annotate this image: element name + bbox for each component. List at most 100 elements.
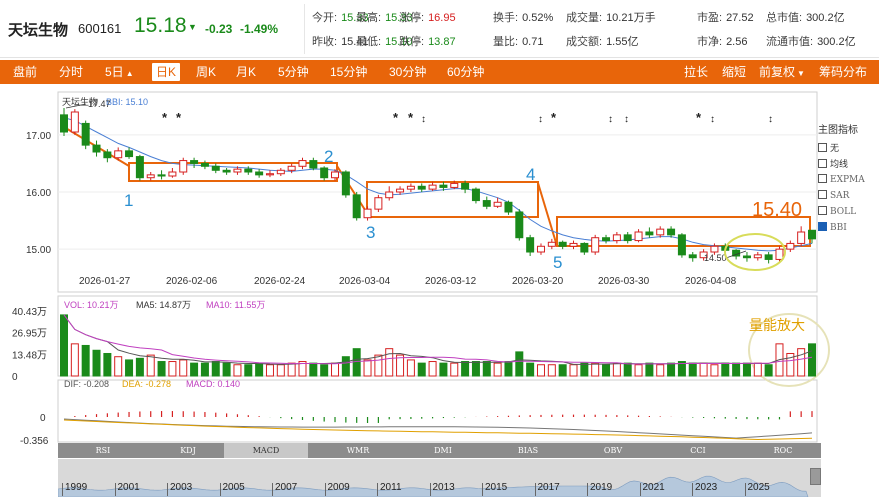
main-indicator-option[interactable]: BOLL [818,204,878,220]
main-indicator-option[interactable]: 无 [818,140,878,156]
year-tick [272,483,273,496]
volume-bar [320,364,329,377]
indicator-tab[interactable]: KDJ [158,443,218,458]
volume-bar [135,357,144,377]
checkbox[interactable] [818,222,827,231]
quote-value: 2.56 [726,36,748,48]
tab-period[interactable]: 周K [196,60,216,84]
candle-body [190,160,199,164]
main-indicator-option[interactable]: SAR [818,188,878,204]
tab-period[interactable]: 30分钟 [389,60,426,84]
candle-body [656,228,665,236]
quote-field: 量比: 0.71 [493,33,543,49]
volume-bar [233,364,242,377]
indicator-tab[interactable]: ROC [753,443,813,458]
volume-bar [60,314,68,377]
annotation-label: 3 [366,223,375,242]
checkbox[interactable] [818,190,827,199]
event-marker-icon: ↕ [421,114,426,125]
tab-period[interactable]: 月K [236,60,256,84]
year-navigator[interactable]: 1999 2001 2003 2005 2007 2009 2011 2013 2015 2017… [58,459,821,497]
candle-body [200,162,209,167]
volume-bar [363,359,372,377]
volume-bar [92,349,101,377]
quote-field: 换手: 0.52% [493,9,553,25]
indicator-tab[interactable]: OBV [583,443,643,458]
candle-body [135,156,144,179]
tab-period[interactable]: 分时 [59,60,83,84]
candle-body [265,173,274,176]
year-tick [167,483,168,496]
indicator-tab[interactable]: CCI [668,443,728,458]
chart-tool-button[interactable]: 缩短 [722,60,746,84]
volume-tick-label: 0 [12,372,18,383]
candle-body [374,197,383,210]
tab-period[interactable]: 15分钟 [330,60,367,84]
chart-area[interactable]: 17.00 16.00 15.00 天坛生物 BBI: 15.10 * * * * ↕ ↕ * ↕ ↕ * ↕… [0,86,879,500]
volume-bar [157,361,166,377]
indicator-tab[interactable]: WMR [328,443,388,458]
candle-body [667,228,676,236]
candle-body [558,241,567,247]
checkbox[interactable] [818,159,827,168]
volume-bar [753,362,762,377]
volume-bar [168,361,177,377]
main-indicator-panel: 主图指标 无均线 EXPMA SAR BOLL BBI [818,121,878,236]
volume-bar [580,362,589,377]
kline-chart-svg[interactable]: 17.0016.0015.00天坛生物 BBI: 15.10* * * * ↕ ↕ * ↕ ↕ * ↕… [0,86,879,500]
tab-period[interactable]: 5分钟 [278,60,309,84]
option-label: 均线 [830,159,849,169]
chart-tool-button[interactable]: 前复权 ▼ [759,60,805,84]
indicator-tab[interactable]: RSI [73,443,133,458]
quote-label: 今开: [312,12,338,24]
candle-body [60,114,68,133]
quote-label: 昨收: [312,36,338,48]
event-marker-icon: * [408,110,414,125]
chart-tool-button[interactable]: 筹码分布 [819,60,867,84]
year-tick [744,483,746,496]
candle-body [244,168,253,173]
candle-body [125,150,134,158]
volume-bar [450,362,459,377]
year-label: 2003 [170,482,193,493]
main-indicator-option[interactable]: 均线 [818,156,878,172]
volume-bar [179,359,188,377]
main-indicator-option[interactable]: BBI [818,220,878,236]
quote-field: 涨停: 16.95 [399,9,456,25]
volume-bar [558,364,567,377]
tab-period[interactable]: 日K [152,63,181,81]
checkbox[interactable] [818,174,827,183]
date-tick-label: 2026-03-30 [598,276,650,287]
volume-bar [276,364,285,377]
indicator-tab[interactable]: DMI [413,443,473,458]
range-handle[interactable] [810,468,821,485]
volume-bar [656,364,665,377]
main-indicator-option[interactable]: EXPMA [818,172,878,188]
volume-bar [114,356,123,377]
event-marker-icon: * [176,110,182,125]
year-label: 2009 [327,482,350,493]
date-tick-label: 2026-01-27 [79,276,131,287]
year-tick [482,483,483,496]
chart-tool-button[interactable]: 拉长 [684,60,708,84]
checkbox[interactable] [818,143,827,152]
tab-period[interactable]: 盘前 [13,60,37,84]
tab-period[interactable]: 5日 ▲ [105,60,134,84]
tab-period[interactable]: 60分钟 [447,60,484,84]
quote-label: 量比: [493,36,519,48]
checkbox[interactable] [818,206,827,215]
quote-value: 300.2亿 [806,12,845,24]
candle-body [515,211,524,239]
indicator-tab[interactable]: MACD [224,443,308,458]
indicator-tab[interactable]: BIAS [498,443,558,458]
quote-label: 换手: [493,12,519,24]
volume-ma10-line [63,314,813,365]
year-tick [219,483,221,496]
volume-bar [515,351,524,377]
year-tick [429,483,431,496]
volume-bar [406,359,415,377]
tool-label: 筹码分布 [819,65,868,79]
candle-body [157,174,166,177]
volume-bar [439,362,448,377]
candle-body [428,184,437,190]
